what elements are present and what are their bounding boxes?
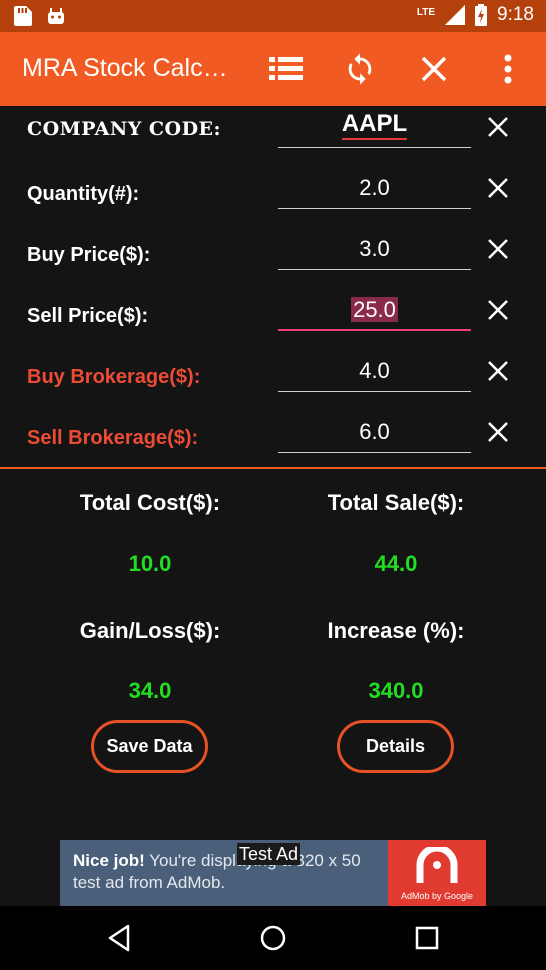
increase-value: 340.0 [368,678,424,703]
clear-quantity-icon[interactable] [485,175,511,201]
total-sale-label: Total Sale($): [327,490,465,515]
buy-brokerage-field[interactable]: 4.0 [278,348,471,392]
refresh-icon[interactable] [342,51,378,87]
sell-price-row: Sell Price($): 25.0 [0,287,546,348]
sell-brokerage-value: 6.0 [359,419,390,444]
buy-price-value: 3.0 [359,236,390,261]
total-cost-value: 10.0 [128,551,172,576]
quantity-row: Quantity(#): 2.0 [0,165,546,226]
sell-price-label: Sell Price($): [27,305,149,327]
navigation-bar [0,906,546,970]
android-icon [48,8,64,24]
buy-price-row: Buy Price($): 3.0 [0,226,546,287]
increase-label: Increase (%): [327,618,465,643]
admob-logo-icon [416,847,458,883]
admob-brand: AdMob by Google [400,891,474,901]
clear-sell-price-icon[interactable] [485,297,511,323]
quantity-value: 2.0 [359,175,390,200]
clear-buy-brokerage-icon[interactable] [485,358,511,384]
buy-brokerage-label: Buy Brokerage($): [27,366,201,388]
sell-brokerage-label: Sell Brokerage($): [27,427,199,449]
clear-buy-price-icon[interactable] [485,236,511,262]
close-icon[interactable] [416,51,452,87]
battery-charging-icon [475,4,488,26]
sell-brokerage-row: Sell Brokerage($): 6.0 [0,409,546,470]
recents-icon[interactable] [411,922,443,954]
gain-loss-value: 34.0 [128,678,172,703]
sell-price-value: 25.0 [351,297,398,322]
company-code-field[interactable]: AAPL [278,104,471,148]
total-cost-label: Total Cost($): [79,490,221,515]
test-ad-label: Test Ad [237,843,301,865]
details-button[interactable]: Details [337,720,454,773]
back-icon[interactable] [104,922,136,954]
app-title: MRA Stock Calculator [22,54,240,82]
status-bar: LTE 9:18 [0,0,546,32]
sell-brokerage-field[interactable]: 6.0 [278,409,471,453]
company-code-row: COMPANY CODE: AAPL [0,104,546,165]
clear-sell-brokerage-icon[interactable] [485,419,511,445]
section-divider [0,467,546,469]
quantity-label: Quantity(#): [27,183,140,205]
quantity-field[interactable]: 2.0 [278,165,471,209]
gain-loss-label: Gain/Loss($): [79,618,221,643]
app-bar: MRA Stock Calculator [0,32,546,106]
network-type: LTE [416,6,436,18]
list-icon[interactable] [268,51,304,87]
company-code-value: AAPL [341,110,408,140]
ad-headline: Nice job! [73,851,145,870]
signal-icon [445,5,466,25]
buy-brokerage-value: 4.0 [359,358,390,383]
home-icon[interactable] [257,922,289,954]
buy-price-field[interactable]: 3.0 [278,226,471,270]
admob-logo-panel: AdMob by Google [388,840,486,907]
more-vert-icon[interactable] [490,51,526,87]
save-data-button[interactable]: Save Data [91,720,208,773]
buy-price-label: Buy Price($): [27,244,151,266]
sell-price-field[interactable]: 25.0 [278,287,471,331]
buy-brokerage-row: Buy Brokerage($): 4.0 [0,348,546,409]
ad-text: Nice job! You're displaying a 320 x 50 t… [73,850,391,894]
total-sale-value: 44.0 [374,551,418,576]
clock: 9:18 [497,4,534,25]
sd-card-icon [14,6,32,26]
company-code-label: COMPANY CODE: [27,118,222,140]
clear-company-code-icon[interactable] [485,114,511,140]
